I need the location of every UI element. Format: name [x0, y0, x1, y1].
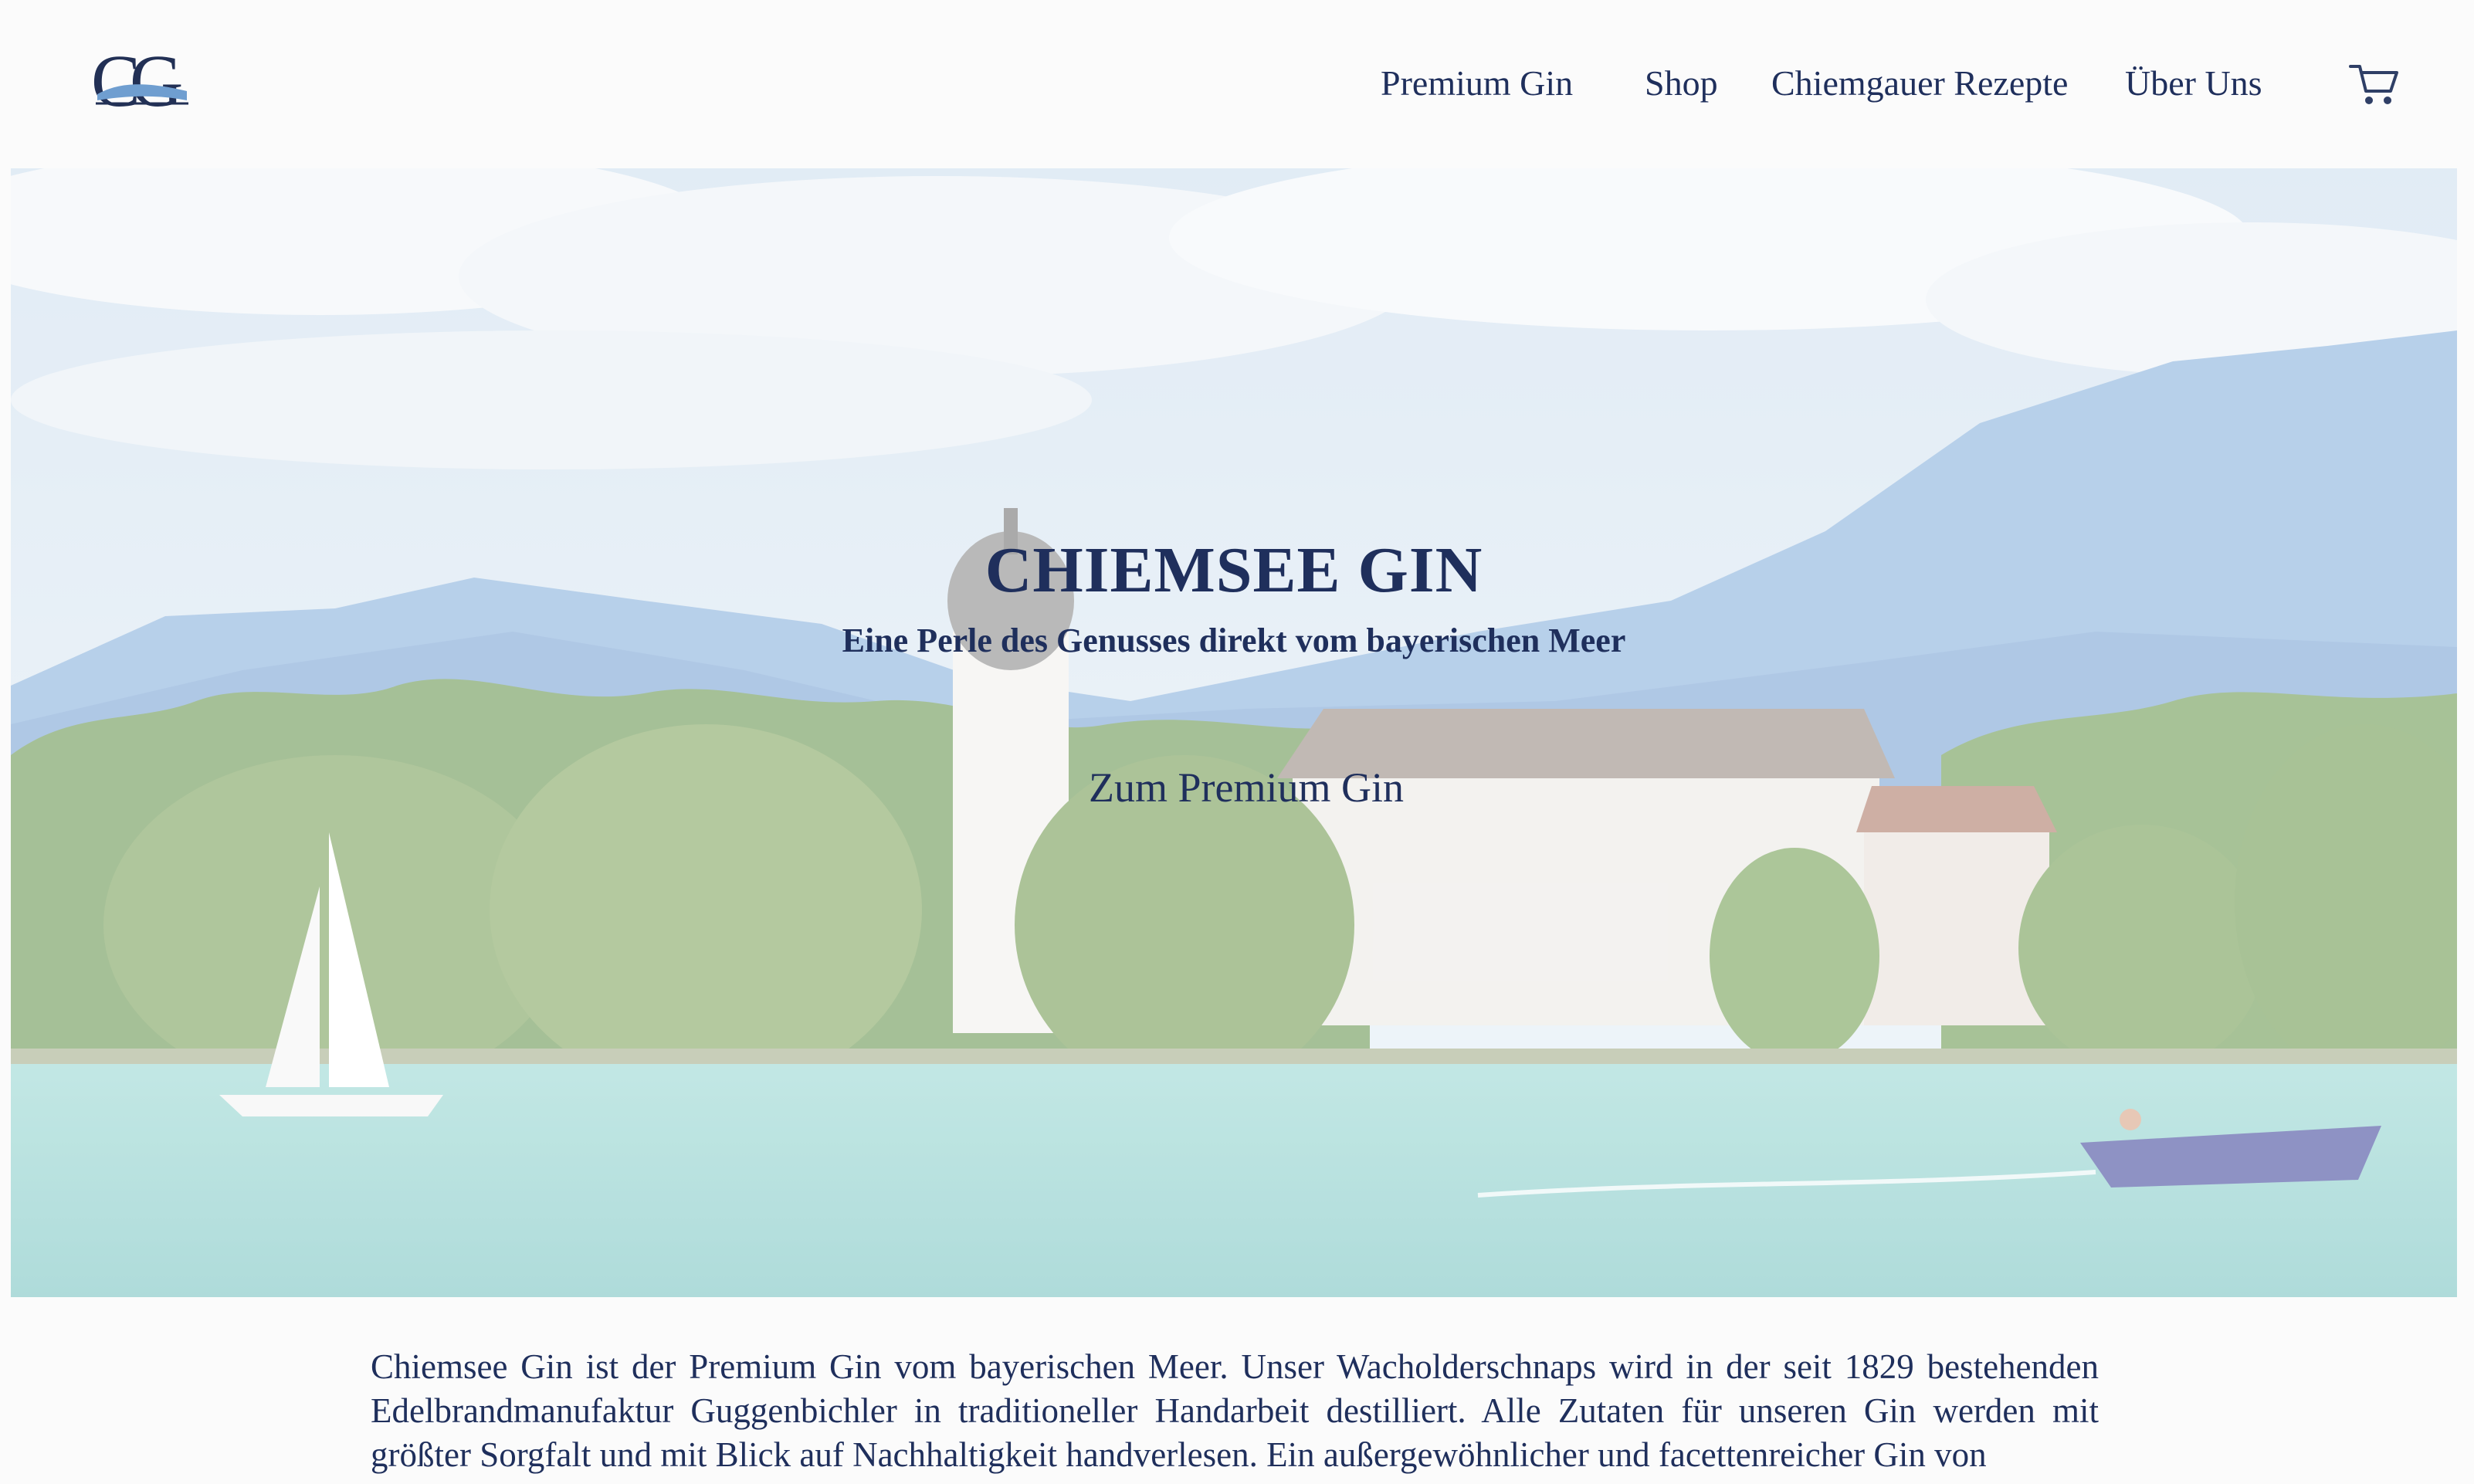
site-header: CG Premium Gin Shop Chiemgauer Rezepte Ü… — [0, 0, 2474, 168]
hero-section: CHIEMSEE GIN Eine Perle des Genusses dir… — [11, 168, 2457, 1297]
hero-cta-link[interactable]: Zum Premium Gin — [1007, 757, 1486, 818]
nav-rezepte-link[interactable]: Chiemgauer Rezepte — [1771, 60, 2068, 107]
site-logo[interactable]: CG — [91, 44, 191, 118]
shopping-cart-icon[interactable] — [2347, 60, 2401, 108]
hero-overlay — [11, 168, 2457, 1297]
lake-wave-logo-icon — [96, 84, 188, 105]
nav-premium-gin-link[interactable]: Premium Gin — [1381, 60, 1573, 107]
nav-shop-link[interactable]: Shop — [1645, 60, 1718, 107]
intro-paragraph: Chiemsee Gin ist der Premium Gin vom bay… — [371, 1347, 2099, 1474]
nav-ueber-uns-link[interactable]: Über Uns — [2125, 60, 2262, 107]
hero-subtitle: Eine Perle des Genusses direkt vom bayer… — [842, 622, 1626, 659]
hero-title: CHIEMSEE GIN — [985, 534, 1483, 606]
